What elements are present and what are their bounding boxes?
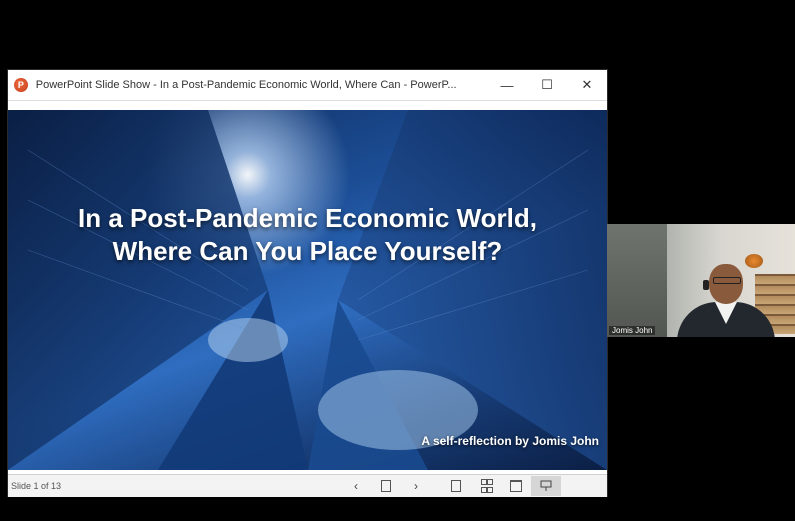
close-button[interactable]: ✕: [567, 70, 607, 100]
window-title: PowerPoint Slide Show - In a Post-Pandem…: [35, 79, 457, 91]
slide-title-line-2: Where Can You Place Yourself?: [112, 236, 503, 266]
participant-video[interactable]: Jomis John: [607, 224, 795, 337]
powerpoint-window: P PowerPoint Slide Show - In a Post-Pand…: [8, 70, 607, 497]
slide-title-line-1: In a Post-Pandemic Economic World,: [78, 203, 537, 233]
window-titlebar[interactable]: P PowerPoint Slide Show - In a Post-Pand…: [8, 70, 607, 101]
slide-sorter-button[interactable]: [471, 476, 501, 496]
powerpoint-icon: P: [14, 78, 28, 92]
normal-view-icon: [451, 480, 461, 492]
slideshow-view-button[interactable]: [531, 476, 561, 496]
slide-menu-icon: [381, 480, 391, 492]
slide-sorter-icon: [481, 479, 493, 493]
next-slide-button[interactable]: ›: [401, 476, 431, 496]
participant-name-label: Jomis John: [609, 326, 656, 335]
slide-navigation: ‹ ›: [341, 476, 561, 496]
normal-view-button[interactable]: [441, 476, 471, 496]
slideshow-statusbar: Slide 1 of 13 ‹ ›: [8, 474, 607, 497]
skyscraper-background: [8, 110, 607, 470]
slide-counter: Slide 1 of 13: [11, 481, 62, 491]
headset-icon: [703, 280, 709, 290]
window-controls: — ☐ ✕: [487, 70, 607, 100]
slide-byline: A self-reflection by Jomis John: [421, 434, 599, 448]
previous-slide-button[interactable]: ‹: [341, 476, 371, 496]
maximize-button[interactable]: ☐: [527, 70, 567, 100]
slide-menu-button[interactable]: [371, 476, 401, 496]
minimize-button[interactable]: —: [487, 70, 527, 100]
slideshow-icon: [540, 480, 552, 491]
slide-title: In a Post-Pandemic Economic World, Where…: [8, 202, 607, 268]
reading-view-icon: [510, 480, 522, 492]
reading-view-button[interactable]: [501, 476, 531, 496]
meeting-stage: P PowerPoint Slide Show - In a Post-Pand…: [0, 0, 795, 521]
slide-canvas[interactable]: In a Post-Pandemic Economic World, Where…: [8, 110, 607, 470]
